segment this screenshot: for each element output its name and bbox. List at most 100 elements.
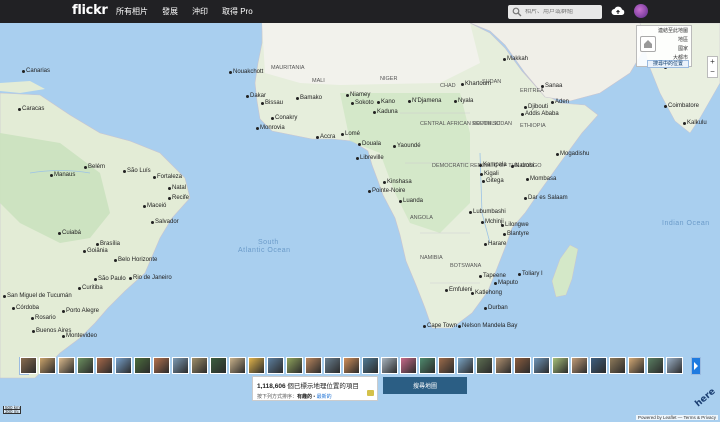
city-dot <box>50 174 53 177</box>
photo-thumbnail[interactable] <box>191 357 208 374</box>
photo-thumbnail[interactable] <box>172 357 189 374</box>
sort-recent[interactable]: 最新的 <box>317 394 332 400</box>
photo-thumbnail[interactable] <box>248 357 265 374</box>
zoom-controls[interactable]: + − <box>707 56 718 78</box>
map-attribution[interactable]: Powered by Leaflet — Terms & Privacy <box>636 415 718 420</box>
city-dot <box>94 278 97 281</box>
city-dot <box>479 164 482 167</box>
photo-thumbnail[interactable] <box>571 357 588 374</box>
strip-next-button[interactable] <box>691 357 701 375</box>
photo-thumbnail[interactable] <box>514 357 531 374</box>
photo-thumbnail[interactable] <box>20 357 37 374</box>
city-label: Porto Alegre <box>66 308 100 314</box>
sort-interesting[interactable]: 有趣的 <box>297 394 312 400</box>
ocean-label: Indian Ocean <box>662 220 710 227</box>
locate-me-button[interactable] <box>640 36 656 52</box>
photo-thumbnail[interactable] <box>609 357 626 374</box>
geotagged-count: 1,118,606 個已標示地理位置的項目 <box>257 380 373 390</box>
city-label: Kalkulu <box>687 120 707 126</box>
photo-thumbnail[interactable] <box>39 357 56 374</box>
city-dot <box>469 211 472 214</box>
search-box[interactable] <box>508 5 602 19</box>
photo-thumbnail[interactable] <box>419 357 436 374</box>
city-dot <box>461 83 464 86</box>
city-dot <box>351 102 354 105</box>
search-input[interactable] <box>525 9 601 15</box>
city-label: Bissau <box>265 100 284 106</box>
city-label: Coimbatore <box>668 103 700 109</box>
photo-thumbnail[interactable] <box>476 357 493 374</box>
city-dot <box>316 136 319 139</box>
photo-thumbnail[interactable] <box>666 357 683 374</box>
photo-thumbnail[interactable] <box>590 357 607 374</box>
photo-thumbnail[interactable] <box>324 357 341 374</box>
city-dot <box>62 335 65 338</box>
city-label: Rosario <box>35 315 56 321</box>
user-avatar[interactable] <box>634 4 648 18</box>
photo-thumbnail[interactable] <box>381 357 398 374</box>
city-dot <box>494 282 497 285</box>
photo-thumbnail[interactable] <box>77 357 94 374</box>
city-label: Addis Ababa <box>525 111 559 117</box>
photo-thumbnail[interactable] <box>362 357 379 374</box>
photo-thumbnail[interactable] <box>438 357 455 374</box>
photo-thumbnail[interactable] <box>153 357 170 374</box>
photo-thumbnail[interactable] <box>305 357 322 374</box>
city-label: Natal <box>172 185 187 191</box>
nav-explore[interactable]: 發展 <box>162 6 178 17</box>
photo-strip <box>20 357 702 375</box>
zoom-in-button[interactable]: + <box>708 57 717 67</box>
city-dot <box>408 100 411 103</box>
photo-thumbnail[interactable] <box>115 357 132 374</box>
zoom-out-button[interactable]: − <box>708 67 717 77</box>
searching-location-button[interactable]: 搜尋中的位置 <box>647 60 689 68</box>
city-label: Niamey <box>350 92 371 98</box>
country-label: ERITREA <box>520 88 544 94</box>
city-dot <box>445 289 448 292</box>
photo-thumbnail[interactable] <box>267 357 284 374</box>
photo-thumbnail[interactable] <box>552 357 569 374</box>
city-dot <box>296 97 299 100</box>
city-dot <box>168 197 171 200</box>
country-label: CENTRAL AFRICAN REPUBLIC <box>420 121 500 127</box>
nav-get-pro[interactable]: 取得 Pro <box>222 6 253 17</box>
photo-thumbnail[interactable] <box>229 357 246 374</box>
city-dot <box>484 307 487 310</box>
photo-thumbnail[interactable] <box>647 357 664 374</box>
legend-link-to-map[interactable]: 連結至此地圖 <box>637 26 691 35</box>
photo-thumbnail[interactable] <box>533 357 550 374</box>
photo-thumbnail[interactable] <box>286 357 303 374</box>
city-dot <box>373 111 376 114</box>
flickr-logo[interactable]: flickr <box>72 3 108 18</box>
city-dot <box>479 275 482 278</box>
photo-thumbnail[interactable] <box>457 357 474 374</box>
city-dot <box>521 113 524 116</box>
photo-thumbnail[interactable] <box>400 357 417 374</box>
nav-prints[interactable]: 沖印 <box>192 6 208 17</box>
city-dot <box>423 325 426 328</box>
city-dot <box>356 157 359 160</box>
home-icon <box>644 40 652 48</box>
country-label: BOTSWANA <box>450 263 482 269</box>
nav-all-photos[interactable]: 所有相片 <box>116 6 148 17</box>
photo-thumbnail[interactable] <box>495 357 512 374</box>
photo-thumbnail[interactable] <box>343 357 360 374</box>
city-dot <box>503 58 506 61</box>
city-dot <box>551 101 554 104</box>
sort-label: 按下列方式排序： <box>257 394 298 400</box>
comment-icon[interactable] <box>367 390 374 396</box>
city-dot <box>346 94 349 97</box>
city-label: Salvador <box>155 219 179 225</box>
photo-thumbnail[interactable] <box>58 357 75 374</box>
city-label: Djibouti <box>528 104 549 110</box>
photo-thumbnail[interactable] <box>134 357 151 374</box>
photo-thumbnail[interactable] <box>210 357 227 374</box>
photo-thumbnail[interactable] <box>628 357 645 374</box>
ocean-label: Atlantic Ocean <box>238 247 291 254</box>
search-map-button[interactable]: 搜尋地圖 <box>383 377 467 394</box>
upload-cloud-icon[interactable] <box>611 5 625 17</box>
city-dot <box>664 105 667 108</box>
city-dot <box>358 143 361 146</box>
city-label: Durban <box>488 305 508 311</box>
photo-thumbnail[interactable] <box>96 357 113 374</box>
